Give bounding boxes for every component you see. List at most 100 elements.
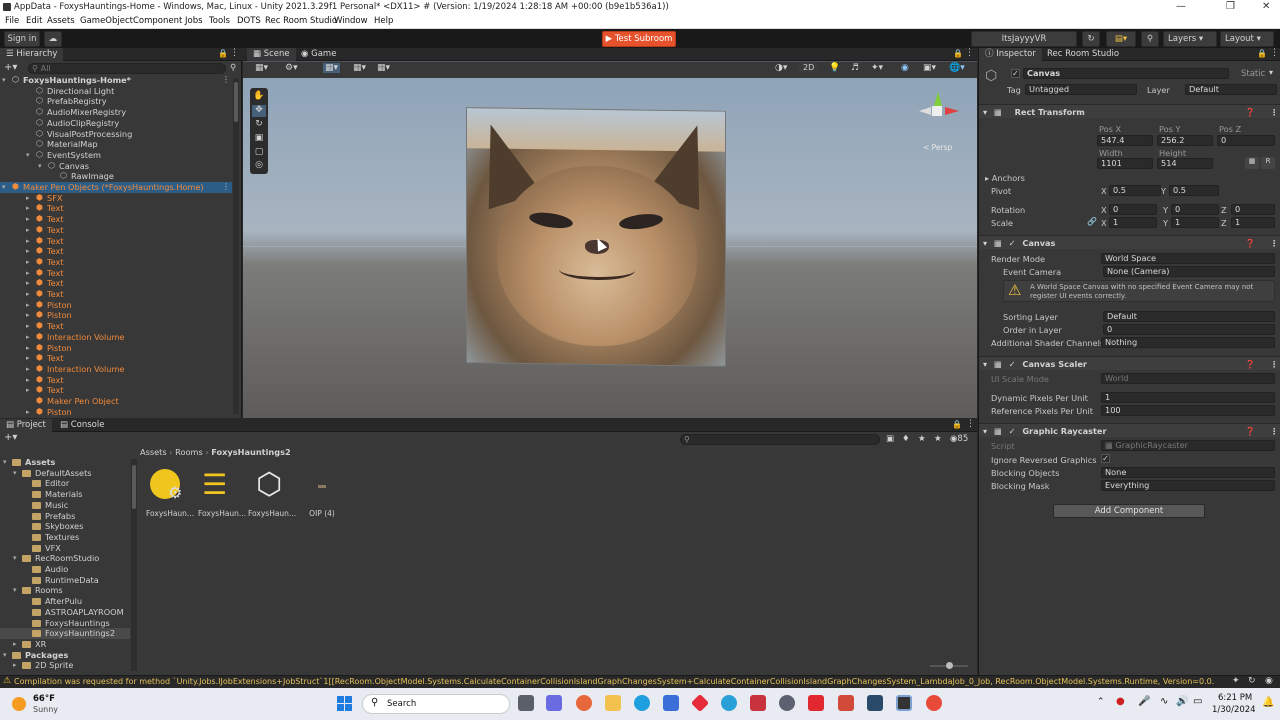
canvas-menu-icon[interactable]: ⋮: [1270, 236, 1278, 250]
hierarchy-item[interactable]: ⬡ VisualPostProcessing: [0, 129, 232, 140]
hierarchy-item[interactable]: ▾ ⬢ Maker Pen Objects (*FoxysHauntings.Hom…: [0, 182, 232, 193]
foldout-arrow-icon[interactable]: ▸: [26, 225, 30, 236]
help-icon[interactable]: ❓: [1245, 105, 1255, 119]
foldout-arrow-icon[interactable]: ▾: [3, 457, 7, 468]
chrome-icon[interactable]: [926, 695, 942, 711]
task-view-icon[interactable]: [518, 695, 534, 711]
microphone-icon[interactable]: 🎤: [1138, 696, 1150, 707]
hierarchy-item[interactable]: ▸ ⬢ SFX: [0, 193, 232, 204]
foldout-arrow-icon[interactable]: ▾: [2, 75, 6, 86]
hierarchy-item[interactable]: ▸ ⬢ Text: [0, 375, 232, 386]
hierarchy-item[interactable]: ▸ ⬢ Text: [0, 321, 232, 332]
sign-in-button[interactable]: Sign in: [4, 31, 40, 47]
foldout-arrow-icon[interactable]: ▾: [13, 468, 17, 479]
hierarchy-item[interactable]: ⬡ RawImage: [0, 171, 232, 182]
hierarchy-item[interactable]: ▾ ⬡ EventSystem: [0, 150, 232, 161]
gizmo-y-axis[interactable]: [934, 92, 942, 106]
hierarchy-item[interactable]: ▸ ⬢ Piston: [0, 310, 232, 321]
icon-size-slider-thumb[interactable]: [946, 662, 953, 669]
breadcrumb-current-folder[interactable]: FoxysHauntings2: [211, 447, 290, 457]
event-camera-field[interactable]: None (Camera): [1103, 266, 1275, 277]
app-diamond-icon[interactable]: [690, 693, 710, 713]
menu-dots[interactable]: DOTS: [237, 16, 261, 26]
canvas-component-header[interactable]: ▾ ▦ ✓ Canvas ❓ ⋮: [979, 235, 1280, 249]
hand-tool-icon[interactable]: ✋: [252, 91, 266, 103]
folder-tree-item[interactable]: ASTROAPLAYROOM: [0, 607, 130, 618]
hierarchy-scroll-thumb[interactable]: [234, 82, 238, 122]
foldout-arrow-icon[interactable]: ▸: [26, 385, 30, 396]
hierarchy-item[interactable]: ▸ ⬢ Text: [0, 268, 232, 279]
foldout-arrow-icon[interactable]: ▸: [26, 332, 30, 343]
blueprint-mode-icon[interactable]: ▦: [1245, 157, 1259, 169]
project-lock-icon[interactable]: 🔒: [952, 420, 962, 429]
render-mode-dropdown[interactable]: World Space: [1101, 253, 1275, 264]
folder-tree-item[interactable]: ▾ DefaultAssets: [0, 468, 130, 479]
canvas-scaler-help-icon[interactable]: ❓: [1245, 357, 1255, 371]
rotation-x-field[interactable]: 0: [1109, 204, 1157, 215]
foldout-arrow-icon[interactable]: ▸: [13, 660, 17, 671]
object-name-input[interactable]: Canvas: [1023, 68, 1229, 79]
raw-edit-mode-icon[interactable]: R: [1261, 157, 1275, 169]
tab-game[interactable]: ◉ Game: [295, 48, 342, 61]
draw-mode-icon[interactable]: ▦▾: [255, 63, 268, 73]
scene-viewport[interactable]: < Persp: [243, 78, 977, 418]
pivot-y-field[interactable]: 0.5: [1169, 185, 1219, 196]
rect-tool-icon[interactable]: ▢: [252, 147, 266, 159]
row-menu-icon[interactable]: ⋮: [222, 182, 230, 193]
foldout-arrow-icon[interactable]: ▸: [13, 639, 17, 650]
taskbar-search-box[interactable]: ⚲ Search: [362, 694, 510, 714]
hierarchy-item[interactable]: ▸ ⬢ Text: [0, 225, 232, 236]
sorting-layer-dropdown[interactable]: Default: [1103, 311, 1275, 322]
menu-gameobject[interactable]: GameObject: [80, 16, 133, 26]
gizmo-neg-x-axis[interactable]: [919, 107, 931, 115]
folder-tree-item[interactable]: ▾ Assets: [0, 457, 130, 468]
edge-icon[interactable]: [634, 695, 650, 711]
folder-tree-item[interactable]: Skyboxes: [0, 521, 130, 532]
hierarchy-item[interactable]: ▸ ⬢ Text: [0, 203, 232, 214]
foldout-arrow-icon[interactable]: ▸: [26, 343, 30, 354]
hierarchy-item[interactable]: ▸ ⬢ Text: [0, 257, 232, 268]
raycaster-help-icon[interactable]: ❓: [1245, 424, 1255, 438]
hierarchy-item[interactable]: ▸ ⬢ Text: [0, 385, 232, 396]
effects-toggle-icon[interactable]: ✦▾: [871, 63, 883, 73]
add-component-button[interactable]: Add Component: [1053, 504, 1205, 518]
menu-tools[interactable]: Tools: [209, 16, 230, 26]
scale-y-field[interactable]: 1: [1171, 217, 1219, 228]
foldout-arrow-icon[interactable]: ▸: [26, 375, 30, 386]
asset-tile-mixer[interactable]: ☰ FoxysHaun...: [198, 467, 246, 519]
component-menu-icon[interactable]: ⋮: [1270, 105, 1278, 119]
folder-tree-item[interactable]: Music: [0, 500, 130, 511]
asset-tile-lighting[interactable]: ⚙ FoxysHaun...: [146, 467, 194, 519]
search-filter-icon[interactable]: ⚲: [230, 63, 236, 73]
width-field[interactable]: 1101: [1097, 158, 1153, 169]
canvas-foldout-icon[interactable]: ▾: [983, 238, 987, 248]
posx-field[interactable]: 547.4: [1097, 135, 1153, 146]
tab-console[interactable]: ▤ Console: [54, 419, 110, 432]
lock-icon[interactable]: 🔒: [218, 49, 228, 58]
chat-icon[interactable]: [546, 695, 562, 711]
static-dropdown-icon[interactable]: ▾: [1269, 68, 1273, 77]
folder-tree-item[interactable]: FoxysHauntings: [0, 618, 130, 629]
audio-toggle-icon[interactable]: ♬: [851, 63, 859, 73]
foldout-arrow-icon[interactable]: ▾: [983, 107, 987, 117]
foldout-arrow-icon[interactable]: ▸: [26, 321, 30, 332]
menu-assets[interactable]: Assets: [47, 16, 75, 26]
foldout-arrow-icon[interactable]: ▸: [26, 300, 30, 311]
asset-tile-image[interactable]: OIP (4): [298, 467, 346, 519]
ignore-reversed-checkbox[interactable]: ✓: [1101, 454, 1110, 463]
gizmos-dropdown-icon[interactable]: 🌐▾: [949, 63, 965, 73]
menu-rec-room-studio[interactable]: Rec Room Studio: [265, 16, 337, 26]
foldout-arrow-icon[interactable]: ▸: [26, 278, 30, 289]
folder-tree-scrollbar[interactable]: [131, 459, 137, 671]
scale-z-field[interactable]: 1: [1231, 217, 1275, 228]
canvas-scaler-checkbox[interactable]: ✓: [1009, 359, 1016, 369]
weather-temp[interactable]: 66°F: [33, 694, 55, 704]
hierarchy-item[interactable]: ▸ ⬢ Text: [0, 353, 232, 364]
toggle-2d-button[interactable]: 2D: [799, 63, 819, 72]
folder-tree-item[interactable]: ▾ RecRoomStudio: [0, 553, 130, 564]
height-field[interactable]: 514: [1157, 158, 1213, 169]
file-explorer-icon[interactable]: [605, 695, 621, 711]
unity-taskbar-icon[interactable]: [896, 695, 912, 711]
hierarchy-item[interactable]: ▸ ⬢ Interaction Volume: [0, 364, 232, 375]
folder-tree-item[interactable]: AfterPulu: [0, 596, 130, 607]
